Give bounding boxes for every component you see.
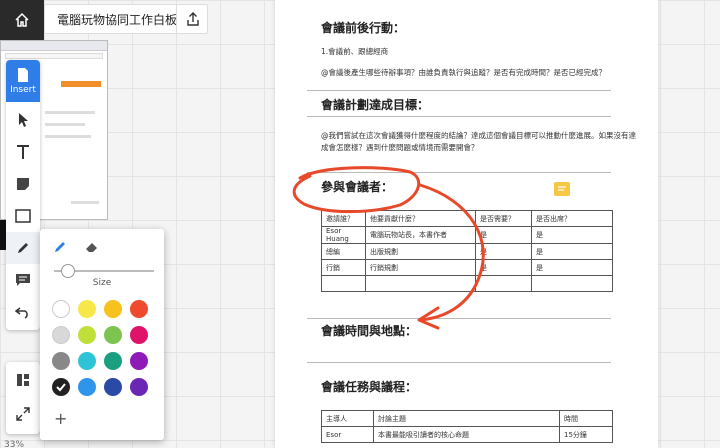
ink-circle <box>292 166 421 214</box>
ink-arrow-line <box>418 183 485 322</box>
ink-annotation[interactable] <box>0 0 720 448</box>
